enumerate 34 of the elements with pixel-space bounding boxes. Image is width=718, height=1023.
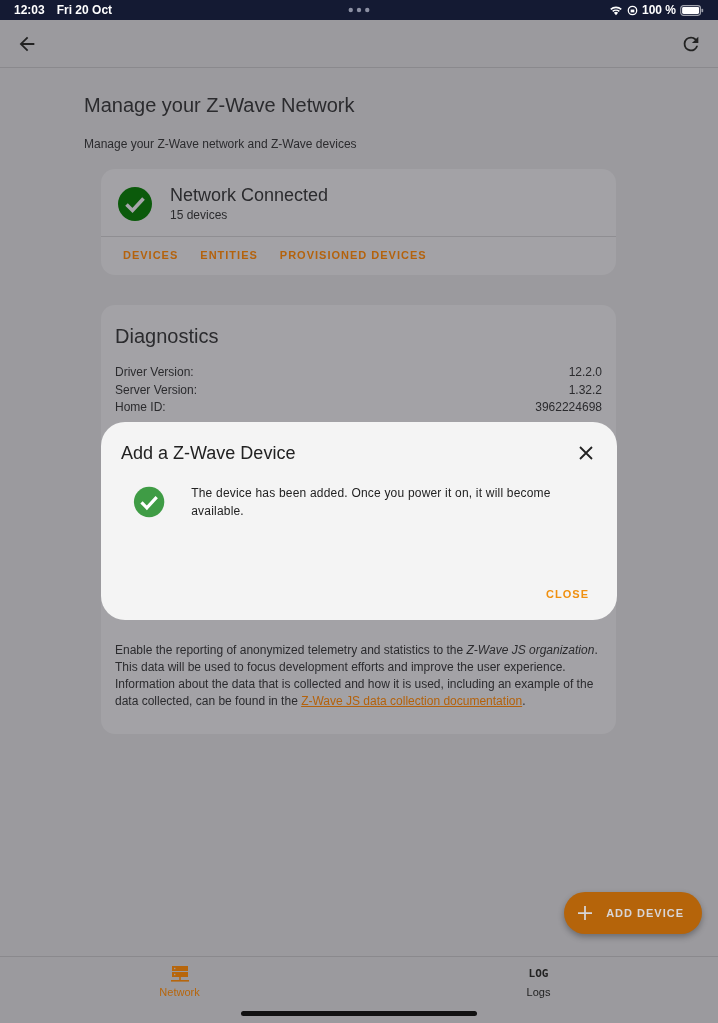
nav-tab[interactable]: Network bbox=[0, 957, 359, 1023]
nav-link-button[interactable]: DEVICES bbox=[113, 245, 179, 265]
card-title: Diagnostics bbox=[115, 325, 220, 348]
nav-link-button[interactable]: ENTITIES bbox=[190, 245, 258, 265]
info-value: 12.2.0 bbox=[568, 364, 602, 381]
network-status: Network Connected bbox=[170, 185, 329, 206]
info-value: 3962224698 bbox=[535, 399, 602, 416]
orientation-lock-icon bbox=[626, 4, 638, 16]
battery-icon bbox=[680, 4, 704, 16]
log-icon: LOG bbox=[528, 966, 549, 982]
info-label: Home ID: bbox=[115, 399, 166, 416]
page-subtitle: Manage your Z-Wave network and Z-Wave devices bbox=[84, 137, 358, 151]
page-title: Manage your Z-Wave Network bbox=[84, 94, 356, 117]
close-icon bbox=[579, 446, 593, 460]
check-circle-icon bbox=[133, 485, 166, 519]
server-icon bbox=[170, 966, 189, 982]
plus-icon bbox=[578, 906, 593, 920]
status-date: Fri 20 Oct bbox=[56, 3, 113, 17]
close-text-button[interactable]: CLOSE bbox=[538, 584, 597, 604]
status-time: 12:03 bbox=[14, 3, 45, 17]
wifi-icon bbox=[608, 4, 623, 16]
reporting-paragraph: Enable the reporting of anonymized telemetry and statistics to the Z-Wave JS organization. This data will be used to focus development efforts and improve the user experience. Information about the data that is collected and how it is used, including an example of the data collected, can be found in the Z-Wave JS data collection documentation. bbox=[115, 641, 599, 710]
dialog-message: The device has been added. Once you power it on, it will become available. bbox=[191, 485, 552, 520]
battery-percent: 100 % bbox=[641, 3, 676, 17]
device-count: 15 devices bbox=[170, 208, 229, 222]
check-circle-icon bbox=[117, 185, 153, 222]
info-label: Driver Version: bbox=[115, 364, 194, 381]
dialog-title: Add a Z-Wave Device bbox=[121, 442, 296, 464]
nav-link-button[interactable]: PROVISIONED DEVICES bbox=[269, 245, 427, 265]
info-value: 1.32.2 bbox=[568, 381, 602, 399]
info-label: Server Version: bbox=[115, 381, 198, 399]
add-device-button[interactable]: ADD DEVICE bbox=[564, 892, 702, 934]
nav-tab[interactable]: LOG Logs bbox=[359, 957, 718, 1023]
more-dots-icon bbox=[348, 7, 370, 13]
